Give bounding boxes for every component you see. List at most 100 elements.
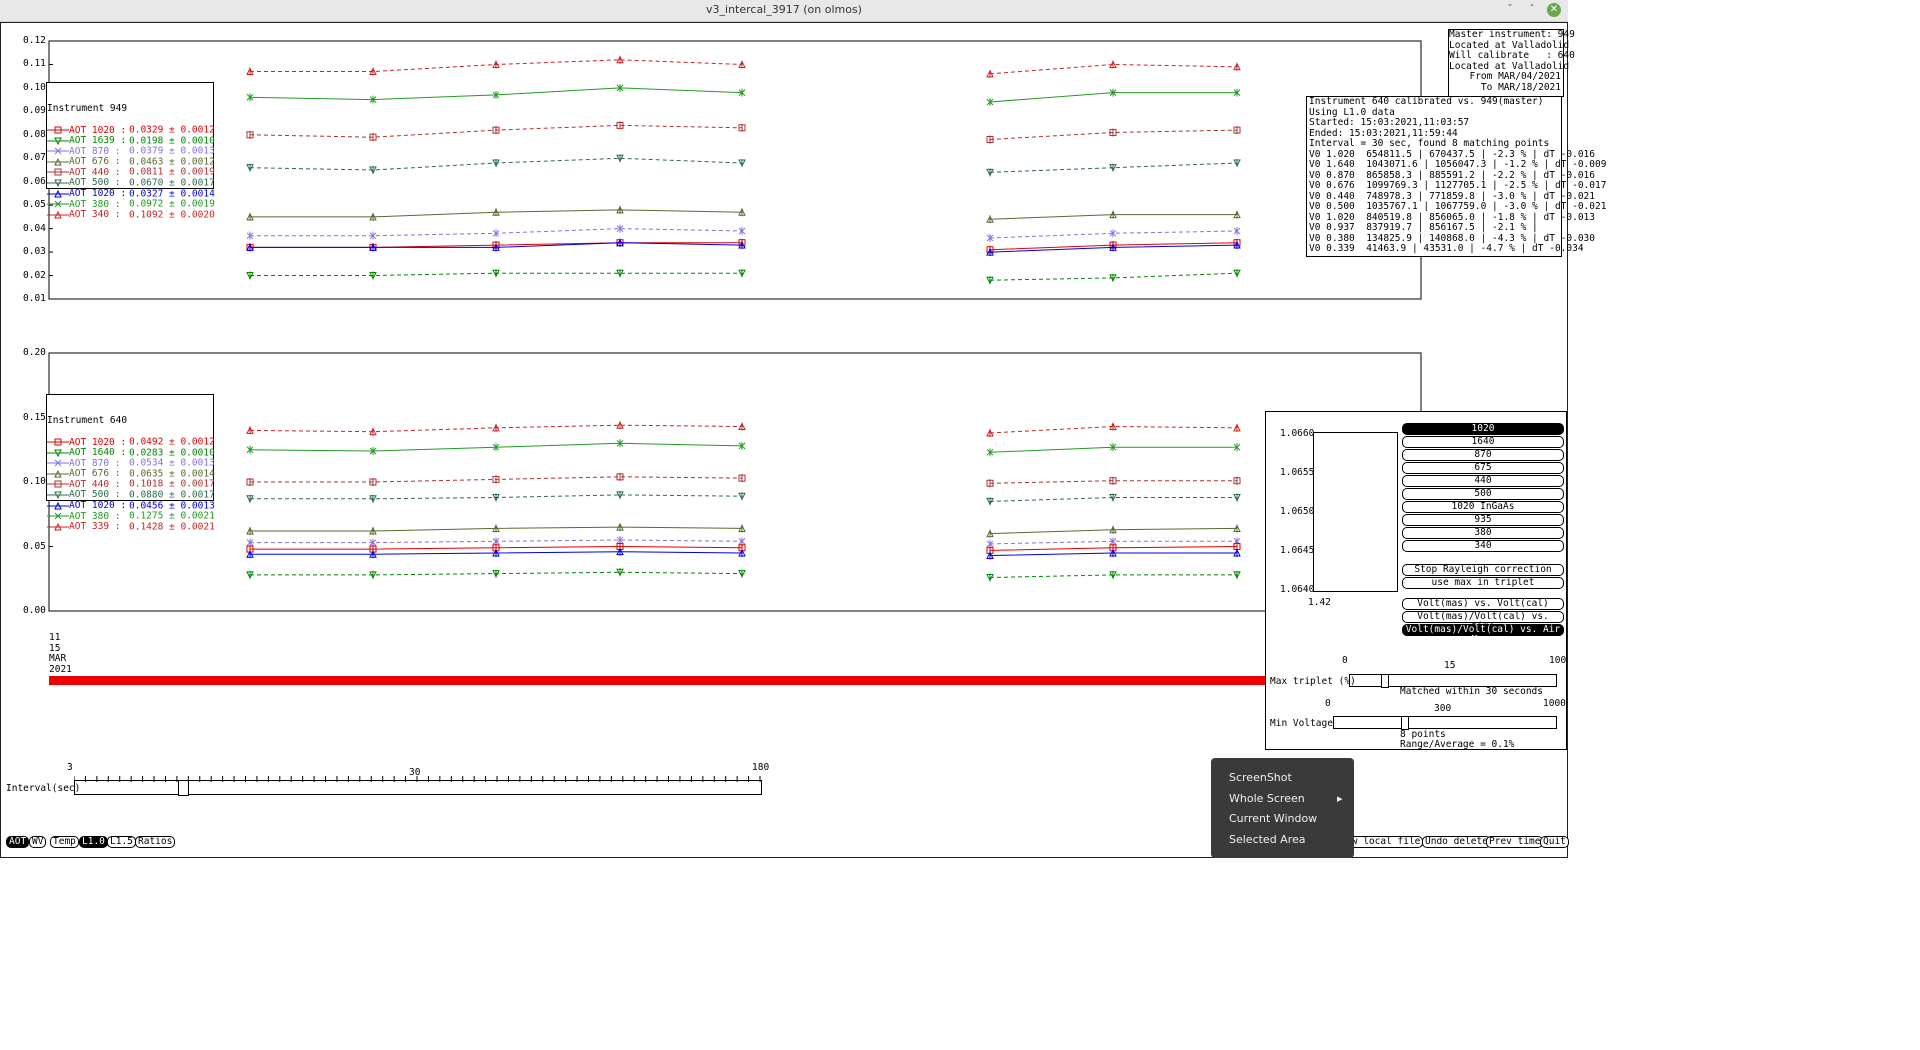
legend-entry: AOT 1020 :0.0456 ± 0.0013 [47, 500, 215, 512]
legend-value: 0.0456 ± 0.0013 [129, 500, 215, 512]
ytick-label: 0.05 [23, 199, 46, 211]
interval-thumb[interactable] [177, 780, 189, 796]
max-triplet-max: 100 [1549, 655, 1567, 666]
channel-button-1020-ingaas[interactable]: 1020 InGaAs [1402, 501, 1564, 513]
ytick-label: 0.01 [23, 293, 46, 304]
data-level-button-wv[interactable]: WV [29, 836, 47, 848]
legend-name: AOT 339 : [69, 521, 121, 533]
min-voltage-thumb[interactable] [1400, 716, 1409, 730]
ytick-label: 0.05 [23, 540, 46, 552]
legend-title: Instrument 640 [47, 415, 128, 426]
legend-value: 0.0670 ± 0.0017 [129, 177, 215, 189]
use-max-triplet-button[interactable]: use max in triplet [1402, 577, 1564, 589]
legend-entry: AOT 1639 :0.0198 ± 0.0010 [47, 135, 215, 147]
max-triplet-label: Max triplet (%) [1270, 676, 1356, 687]
interval-slider[interactable] [74, 780, 762, 796]
ytick-label: 0.00 [23, 605, 46, 616]
ytick-label: 0.03 [23, 246, 46, 258]
mini-plot-frame [1313, 432, 1398, 592]
max-triplet-thumb[interactable] [1380, 674, 1389, 688]
date-hour: 11 [49, 632, 61, 643]
series-aot-1639 [246, 269, 1241, 285]
action-button[interactable]: Undo delete [1422, 836, 1491, 848]
legend-entry: AOT 870 :0.0534 ± 0.0013 [47, 458, 215, 469]
menu-item-current-window[interactable]: Current Window [1229, 812, 1317, 825]
legend-entry: AOT 1020 :0.0329 ± 0.0012 [47, 124, 215, 136]
legend-instrument-640: Instrument 640 AOT 1020 :0.0492 ± 0.0012… [46, 394, 215, 532]
min-voltage-slider[interactable] [1333, 716, 1557, 730]
legend-value: 0.0492 ± 0.0012 [129, 436, 215, 448]
legend-entry: AOT 380 :0.0972 ± 0.0019 [47, 198, 215, 210]
legend-entry: AOT 500 :0.0880 ± 0.0017 [47, 490, 215, 501]
channel-button-500[interactable]: 500 [1402, 488, 1564, 500]
max-triplet-min: 0 [1342, 655, 1348, 666]
action-button[interactable]: Quit [1540, 836, 1569, 848]
ytick-label: 0.11 [23, 58, 46, 70]
menu-item-selected-area[interactable]: Selected Area [1229, 833, 1306, 846]
ytick-label: 0.06 [23, 175, 46, 187]
submenu-arrow-icon: ▸ [1337, 792, 1343, 805]
mode-button[interactable]: Volt(mas) vs. Volt(cal) [1402, 598, 1564, 610]
time-range-bar[interactable] [49, 676, 1265, 685]
menu-item-screenshot[interactable]: ScreenShot [1229, 771, 1292, 784]
master-info-line: Master instrument: 949 [1449, 29, 1575, 40]
legend-value: 0.0463 ± 0.0012 [129, 156, 215, 168]
legend-marker-icon [47, 210, 69, 219]
legend-marker-icon [47, 438, 69, 446]
channel-button-340[interactable]: 340 [1402, 540, 1564, 552]
legend-marker-icon [47, 189, 69, 198]
data-level-button-l15[interactable]: L1.5 [107, 836, 136, 848]
calibration-line: V0 0.937 837919.7 | 856167.5 | -2.1 % | [1309, 222, 1538, 233]
ytick-label: 0.04 [23, 222, 46, 234]
data-level-button-ratios[interactable]: Ratios [135, 836, 176, 848]
legend-value: 0.0972 ± 0.0019 [129, 198, 215, 210]
mini-ytick-label: 1.0660 [1280, 428, 1315, 439]
data-level-button-l10[interactable]: L1.0 [79, 836, 108, 848]
channel-button-440[interactable]: 440 [1402, 475, 1564, 487]
channel-button-870[interactable]: 870 [1402, 449, 1564, 461]
series-aot-500 [246, 490, 1241, 506]
legend-entry: AOT 440 :0.0811 ± 0.0019 [47, 167, 215, 178]
master-info-line: Will calibrate : 640 [1449, 50, 1575, 61]
mode-button[interactable]: Volt(mas)/Volt(cal) vs. time [1402, 611, 1564, 632]
mini-plot-xtick: 1.42 [1308, 597, 1331, 608]
date-year: 2021 [49, 663, 72, 675]
series-aot-500 [246, 154, 1241, 177]
legend-marker-icon [47, 491, 69, 500]
legend-entry: AOT 1020 :0.0327 ± 0.0014 [47, 188, 215, 200]
channel-button-935[interactable]: 935 [1402, 514, 1564, 526]
legend-value: 0.0379 ± 0.0013 [129, 145, 215, 157]
channel-button-380[interactable]: 380 [1402, 527, 1564, 539]
legend-marker-icon [47, 522, 69, 531]
legend-value: 0.0329 ± 0.0012 [129, 124, 215, 136]
series-aot-440 [246, 121, 1241, 144]
series-aot-340 [246, 55, 1241, 78]
series-aot-1640 [246, 568, 1241, 582]
legend-name: AOT 1020 : [69, 188, 127, 200]
channel-button-1020[interactable]: 1020 [1402, 423, 1564, 435]
plot-frame [48, 40, 1422, 300]
max-triplet-note: Matched within 30 seconds [1400, 686, 1543, 697]
stop-rayleigh-button[interactable]: Stop Rayleigh correction [1402, 564, 1564, 576]
mini-ytick-label: 1.0645 [1280, 545, 1315, 556]
calibration-line: Interval = 30 sec, found 8 matching poin… [1309, 138, 1550, 149]
action-button[interactable]: Prev time [1486, 836, 1544, 848]
min-voltage-range: Range/Average = 0.1% [1400, 739, 1515, 750]
legend-value: 0.0327 ± 0.0014 [129, 188, 215, 200]
screenshot-context-menu: ScreenShot Whole Screen ▸ Current Window… [1211, 758, 1354, 858]
min-voltage-label: Min Voltage [1270, 718, 1333, 729]
legend-name: AOT 340 : [69, 209, 121, 221]
channel-button-1640[interactable]: 1640 [1402, 436, 1564, 448]
legend-entry: AOT 440 :0.1018 ± 0.0017 [47, 479, 215, 490]
legend-entry: AOT 380 :0.1275 ± 0.0021 [47, 511, 215, 522]
legend-marker-icon [47, 200, 69, 208]
legend-marker-icon [47, 126, 69, 134]
legend-entry: AOT 340 : 0.1092 ± 0.0020 [47, 209, 215, 221]
data-level-button-temp[interactable]: Temp [50, 836, 79, 848]
mode-button[interactable]: Volt(mas)/Volt(cal) vs. Air Mass [1402, 624, 1564, 645]
legend-entry: AOT 1020 :0.0492 ± 0.0012 [47, 436, 215, 448]
calibration-results-box: Instrument 640 calibrated vs. 949(master… [1306, 96, 1606, 257]
data-level-button-aot[interactable]: AOT [6, 836, 30, 848]
channel-button-675[interactable]: 675 [1402, 462, 1564, 474]
menu-item-whole-screen[interactable]: Whole Screen [1229, 792, 1305, 805]
